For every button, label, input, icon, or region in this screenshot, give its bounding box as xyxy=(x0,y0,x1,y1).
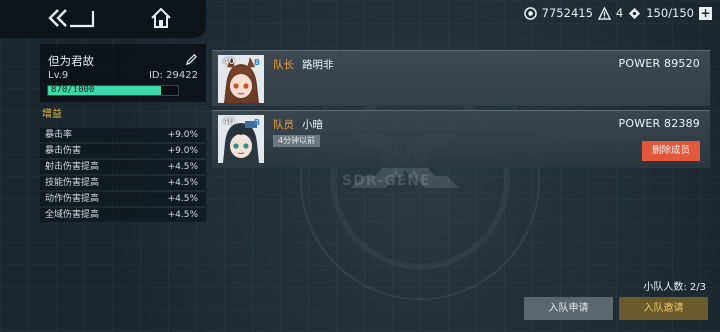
add-stamina-button[interactable]: + xyxy=(699,6,712,20)
exp-progress-bar: 870/1000 xyxy=(47,85,179,96)
member-role: 队长 xyxy=(273,59,294,71)
alerts-value: 4 xyxy=(615,6,624,20)
player-panel: 但为君故 Lv.9 ID: 29422 870/1000 增益 暴击率 +9.0… xyxy=(40,44,206,322)
stat-value: +4.5% xyxy=(167,162,198,172)
stat-row-skill-damage: 技能伤害提高 +4.5% xyxy=(40,176,206,190)
member-role: 队员 xyxy=(273,119,294,131)
stat-label: 暴击率 xyxy=(45,130,73,140)
stat-label: 暴击伤害 xyxy=(45,146,82,156)
member-level: 40 xyxy=(223,57,235,67)
player-profile-card: 但为君故 Lv.9 ID: 29422 870/1000 xyxy=(40,44,206,102)
stat-row-shooting-damage: 射击伤害提高 +4.5% xyxy=(40,160,206,174)
stat-row-global-damage: 全域伤害提高 +4.5% xyxy=(40,208,206,222)
member-rank: B xyxy=(254,118,261,127)
player-id: ID: 29422 xyxy=(148,70,198,81)
bonus-section-title: 增益 xyxy=(42,109,62,120)
top-nav-bar xyxy=(0,0,206,38)
sdr-gene-logo-text: SDR-GENE xyxy=(342,173,431,189)
stat-row-action-damage: 动作伤害提高 +4.5% xyxy=(40,192,206,206)
warning-triangle-icon xyxy=(597,6,611,20)
stat-value: +4.5% xyxy=(167,210,198,220)
stat-label: 技能伤害提高 xyxy=(45,178,100,188)
member-card-member[interactable]: 40 B 队员 小暗 4分钟以前 POWER 82389 删除成员 xyxy=(212,110,710,168)
member-name: 路明非 xyxy=(302,59,334,71)
back-arrow-icon[interactable] xyxy=(48,7,96,29)
stat-row-crit-rate: 暴击率 +9.0% xyxy=(40,128,206,142)
member-name: 小暗 xyxy=(302,119,323,131)
member-avatar: 40 B xyxy=(218,55,264,103)
member-rank: B xyxy=(254,58,261,67)
coin-icon xyxy=(523,6,537,20)
resource-bar: 7752415 4 150/150 + xyxy=(523,5,712,21)
stat-value: +9.0% xyxy=(167,130,198,140)
exp-progress-text: 870/1000 xyxy=(51,85,95,95)
stat-label: 全域伤害提高 xyxy=(45,210,100,220)
member-power: POWER 89520 xyxy=(618,57,700,70)
stat-label: 动作伤害提高 xyxy=(45,194,100,204)
stat-label: 射击伤害提高 xyxy=(45,162,100,172)
bonus-stat-list: 暴击率 +9.0% 暴击伤害 +9.0% 射击伤害提高 +4.5% 技能伤害提高… xyxy=(40,128,206,224)
remove-member-button[interactable]: 删除成员 xyxy=(642,141,700,161)
stat-value: +4.5% xyxy=(167,178,198,188)
player-level: Lv.9 xyxy=(48,70,69,81)
edit-pencil-icon[interactable] xyxy=(185,53,198,66)
member-level: 40 xyxy=(223,117,235,127)
join-requests-button[interactable]: 入队申请 xyxy=(524,297,613,320)
home-icon[interactable] xyxy=(150,7,172,29)
stamina-value: 150/150 xyxy=(646,6,694,20)
team-member-count: 小队人数: 2/3 xyxy=(643,282,706,293)
member-avatar: 40 B xyxy=(218,115,264,163)
stat-row-crit-damage: 暴击伤害 +9.0% xyxy=(40,144,206,158)
invite-button[interactable]: 入队邀请 xyxy=(619,297,708,320)
stat-value: +9.0% xyxy=(167,146,198,156)
player-name: 但为君故 xyxy=(48,54,94,68)
stat-value: +4.5% xyxy=(167,194,198,204)
ticket-icon xyxy=(629,7,641,19)
member-power: POWER 82389 xyxy=(618,117,700,130)
credits-value: 7752415 xyxy=(541,6,593,20)
last-online-badge: 4分钟以前 xyxy=(273,135,321,147)
member-card-leader[interactable]: 40 B 队长 路明非 POWER 89520 xyxy=(212,50,710,106)
